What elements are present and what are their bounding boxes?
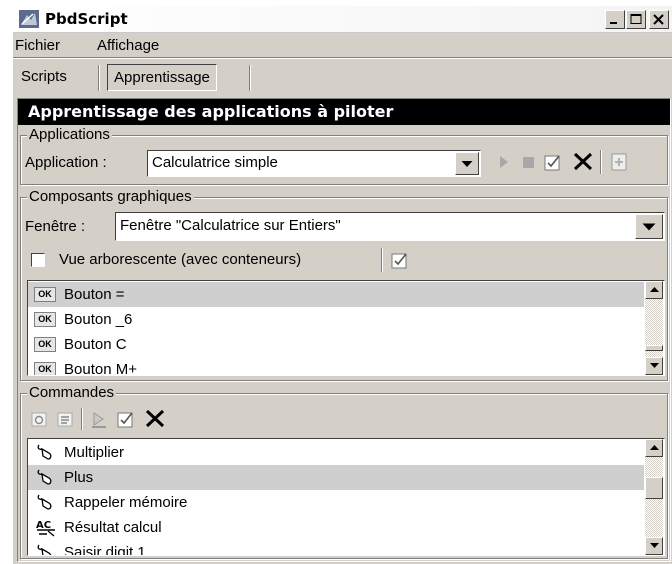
application-select[interactable]: Calculatrice simple — [147, 150, 481, 177]
components-list[interactable]: OK Bouton = OK Bouton _6 OK Bouton C OK … — [27, 280, 665, 376]
validate-icon[interactable] — [391, 251, 410, 269]
delete-icon[interactable] — [573, 152, 593, 171]
mouse-icon — [37, 444, 52, 460]
menu-affichage[interactable]: Affichage — [97, 37, 159, 54]
toolbar-divider — [600, 150, 602, 174]
window-select[interactable]: Fenêtre "Calculatrice sur Entiers" — [115, 212, 665, 241]
tab-apprentissage[interactable]: Apprentissage — [107, 64, 217, 91]
tab-bar: Scripts Apprentissage — [13, 59, 672, 97]
list-item[interactable]: OK Bouton = — [28, 282, 644, 307]
panel-title: Apprentissage des applications à piloter — [18, 99, 670, 125]
main-window: PbdScript Fichier Affichage Scripts Appr… — [12, 5, 672, 564]
window-title: PbdScript — [45, 10, 128, 28]
tab-scripts[interactable]: Scripts — [15, 64, 73, 91]
tab-divider — [249, 65, 251, 91]
mouse-icon — [37, 469, 52, 485]
window-select-value: Fenêtre "Calculatrice sur Entiers" — [120, 217, 341, 234]
arrow-up-icon — [650, 445, 659, 450]
components-scrollbar[interactable] — [645, 281, 663, 375]
list-item[interactable]: OK Bouton C — [28, 332, 644, 357]
applications-legend: Applications — [27, 126, 112, 143]
composants-group: Composants graphiques Fenêtre : Fenêtre … — [20, 188, 668, 381]
list-item[interactable]: Plus — [28, 465, 644, 490]
list-item[interactable]: OK Bouton _6 — [28, 307, 644, 332]
mouse-icon — [37, 494, 52, 510]
scroll-down-button[interactable] — [645, 357, 663, 375]
tab-divider — [98, 65, 100, 91]
text-field-icon: AC — [36, 520, 55, 537]
application-dropdown-button[interactable] — [455, 152, 479, 175]
application-label: Application : — [25, 154, 107, 171]
validate-icon[interactable] — [544, 153, 563, 171]
apprentissage-panel: Apprentissage des applications à piloter… — [17, 98, 671, 562]
minimize-icon — [610, 22, 617, 24]
stop-icon[interactable] — [523, 157, 534, 168]
close-button[interactable] — [649, 10, 669, 29]
chevron-down-icon — [642, 223, 656, 230]
commandes-legend: Commandes — [27, 384, 117, 401]
minimize-button[interactable] — [605, 10, 625, 29]
maximize-button[interactable] — [626, 10, 646, 29]
list-item[interactable]: OK Bouton M+ — [28, 357, 644, 375]
ok-button-icon: OK — [34, 287, 56, 302]
window-dropdown-button[interactable] — [635, 214, 663, 239]
menu-fichier[interactable]: Fichier — [15, 37, 60, 54]
commands-list[interactable]: Multiplier Plus Rappeler mémoire AC Résu… — [27, 438, 665, 556]
title-bar[interactable]: PbdScript — [13, 6, 672, 33]
mouse-icon — [37, 544, 52, 555]
list-item[interactable]: Rappeler mémoire — [28, 490, 644, 515]
commands-scrollbar[interactable] — [645, 439, 663, 555]
validate-icon[interactable] — [117, 410, 136, 428]
ok-button-icon: OK — [34, 337, 56, 352]
menu-bar: Fichier Affichage — [13, 33, 672, 58]
commandes-group: Commandes Multiplier Plus Rappeler mémoi… — [20, 384, 668, 559]
ok-button-icon: OK — [34, 362, 56, 375]
toolbar-divider — [381, 248, 383, 272]
scroll-up-button[interactable] — [645, 439, 663, 457]
delete-icon[interactable] — [145, 409, 165, 428]
scroll-up-button[interactable] — [645, 281, 663, 299]
list-item[interactable]: AC Résultat calcul — [28, 515, 644, 540]
scroll-down-button[interactable] — [645, 537, 663, 555]
maximize-icon — [630, 14, 642, 24]
applications-group: Applications Application : Calculatrice … — [20, 126, 668, 185]
list-item[interactable]: Multiplier — [28, 440, 644, 465]
application-select-value: Calculatrice simple — [152, 154, 278, 171]
properties-icon[interactable] — [57, 411, 74, 428]
scroll-thumb[interactable] — [645, 345, 663, 351]
app-icon — [19, 10, 39, 28]
close-icon — [653, 14, 664, 25]
composants-legend: Composants graphiques — [27, 188, 194, 205]
add-icon[interactable] — [611, 153, 628, 171]
arrow-down-icon — [650, 363, 659, 368]
ok-button-icon: OK — [34, 312, 56, 327]
arrow-up-icon — [650, 287, 659, 292]
toolbar-divider — [81, 408, 83, 430]
tree-view-checkbox[interactable] — [31, 253, 45, 267]
play-icon[interactable] — [499, 156, 509, 168]
chevron-down-icon — [461, 160, 473, 167]
arrow-down-icon — [650, 543, 659, 548]
run-icon[interactable] — [91, 411, 107, 428]
record-icon[interactable] — [31, 411, 48, 428]
scroll-thumb[interactable] — [645, 477, 663, 499]
tree-view-label[interactable]: Vue arborescente (avec conteneurs) — [59, 251, 301, 268]
list-item[interactable]: Saisir digit 1 — [28, 540, 644, 555]
window-label: Fenêtre : — [25, 218, 86, 235]
